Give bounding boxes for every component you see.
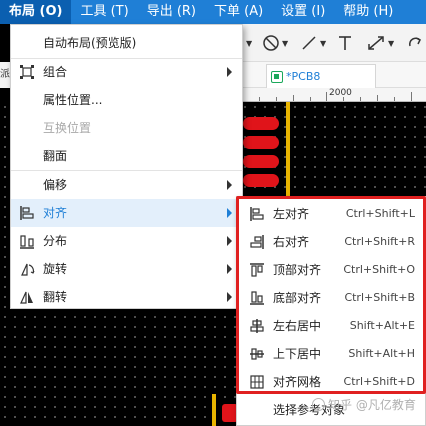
align-right-icon: [250, 235, 264, 249]
ruler-label: 2000: [329, 88, 352, 98]
submenu-item-align-right[interactable]: 右对齐 Ctrl+Shift+R: [237, 228, 425, 256]
pcb-icon: [271, 70, 283, 83]
menu-export[interactable]: 导出 (R): [138, 0, 205, 24]
layout-menu: 自动布局(预览版) 组合 属性位置... 互换位置 翻面 偏移 对齐 分布 旋转…: [10, 24, 243, 309]
submenu-arrow-icon: [227, 208, 232, 218]
tab-label: *PCB8: [286, 70, 321, 83]
caret-down-icon: ▼: [246, 38, 253, 48]
left-panel-edge: 派: [0, 62, 10, 88]
submenu-item-align-top[interactable]: 顶部对齐 Ctrl+Shift+O: [237, 256, 425, 284]
caret-down-icon: ▼: [388, 38, 395, 48]
submenu-item-center-horizontal[interactable]: 左右居中 Shift+Alt+E: [237, 312, 425, 340]
menu-order[interactable]: 下单 (A): [205, 0, 272, 24]
redo-icon: [408, 37, 422, 47]
align-left-icon: [250, 207, 264, 221]
line-tool-button[interactable]: ▼: [300, 31, 326, 55]
align-left-icon: [20, 206, 34, 220]
menu-tools[interactable]: 工具 (T): [71, 0, 137, 24]
grid-icon: [250, 375, 264, 389]
menu-settings[interactable]: 设置 (I): [272, 0, 334, 24]
menu-item-align[interactable]: 对齐: [11, 199, 242, 227]
document-tabs: *PCB8: [240, 62, 426, 88]
dimension-tool-button[interactable]: ▼: [366, 31, 394, 55]
watermark: 知乎 @凡亿教育: [328, 398, 416, 412]
menu-item-auto-layout[interactable]: 自动布局(预览版): [11, 29, 242, 57]
align-bottom-icon: [250, 291, 264, 305]
submenu-item-align-bottom[interactable]: 底部对齐 Ctrl+Shift+B: [237, 284, 425, 312]
component-pad: [243, 155, 279, 168]
caret-down-icon: ▼: [282, 38, 289, 48]
align-submenu: 左对齐 Ctrl+Shift+L 右对齐 Ctrl+Shift+R 顶部对齐 C…: [236, 196, 426, 426]
menu-item-distribute[interactable]: 分布: [11, 227, 242, 255]
center-vertical-icon: [250, 348, 264, 360]
center-horizontal-icon: [250, 319, 264, 333]
dimension-icon: [368, 36, 384, 50]
submenu-arrow-icon: [227, 292, 232, 302]
menu-item-group[interactable]: 组合: [11, 58, 242, 86]
redo-button[interactable]: [406, 31, 424, 55]
menu-help[interactable]: 帮助 (H): [334, 0, 402, 24]
menu-item-offset[interactable]: 偏移: [11, 171, 242, 199]
menu-layout[interactable]: 布局 (O): [0, 0, 72, 24]
menu-item-rotate[interactable]: 旋转: [11, 255, 242, 283]
distribute-icon: [20, 235, 34, 249]
menu-item-property-position[interactable]: 属性位置...: [11, 86, 242, 114]
mirror-icon: [20, 291, 33, 304]
zhihu-icon: [312, 398, 325, 411]
menu-item-swap-position[interactable]: 互换位置: [11, 114, 242, 142]
align-top-icon: [250, 263, 264, 277]
text-tool-button[interactable]: [336, 31, 354, 55]
text-icon: [339, 36, 351, 50]
board-outline-trace: [212, 394, 216, 426]
submenu-item-align-left[interactable]: 左对齐 Ctrl+Shift+L: [237, 200, 425, 228]
caret-down-icon: ▼: [320, 38, 327, 48]
menu-item-mirror[interactable]: 翻转: [11, 283, 242, 311]
toolbar: ▼ ▼ ▼ ▼: [240, 24, 426, 62]
group-icon: [20, 65, 34, 79]
circle-slash-icon: [263, 35, 279, 51]
line-icon: [302, 36, 316, 50]
submenu-arrow-icon: [227, 264, 232, 274]
horizontal-ruler: 2000: [240, 88, 426, 102]
component-pad: [243, 136, 279, 149]
component-pad: [243, 117, 279, 130]
menu-bar: 布局 (O) 工具 (T) 导出 (R) 下单 (A) 设置 (I) 帮助 (H…: [0, 0, 426, 24]
submenu-item-align-grid[interactable]: 对齐网格 Ctrl+Shift+D: [237, 368, 425, 396]
submenu-arrow-icon: [227, 236, 232, 246]
submenu-arrow-icon: [227, 67, 232, 77]
toolbar-dropdown-button[interactable]: ▼: [246, 31, 252, 55]
submenu-item-center-vertical[interactable]: 上下居中 Shift+Alt+H: [237, 340, 425, 368]
menu-item-flip-side[interactable]: 翻面: [11, 142, 242, 170]
circle-tool-button[interactable]: ▼: [262, 31, 288, 55]
submenu-arrow-icon: [227, 180, 232, 190]
rotate-icon: [21, 263, 35, 276]
tab-pcb8[interactable]: *PCB8: [266, 64, 376, 88]
component-pad: [243, 174, 279, 187]
